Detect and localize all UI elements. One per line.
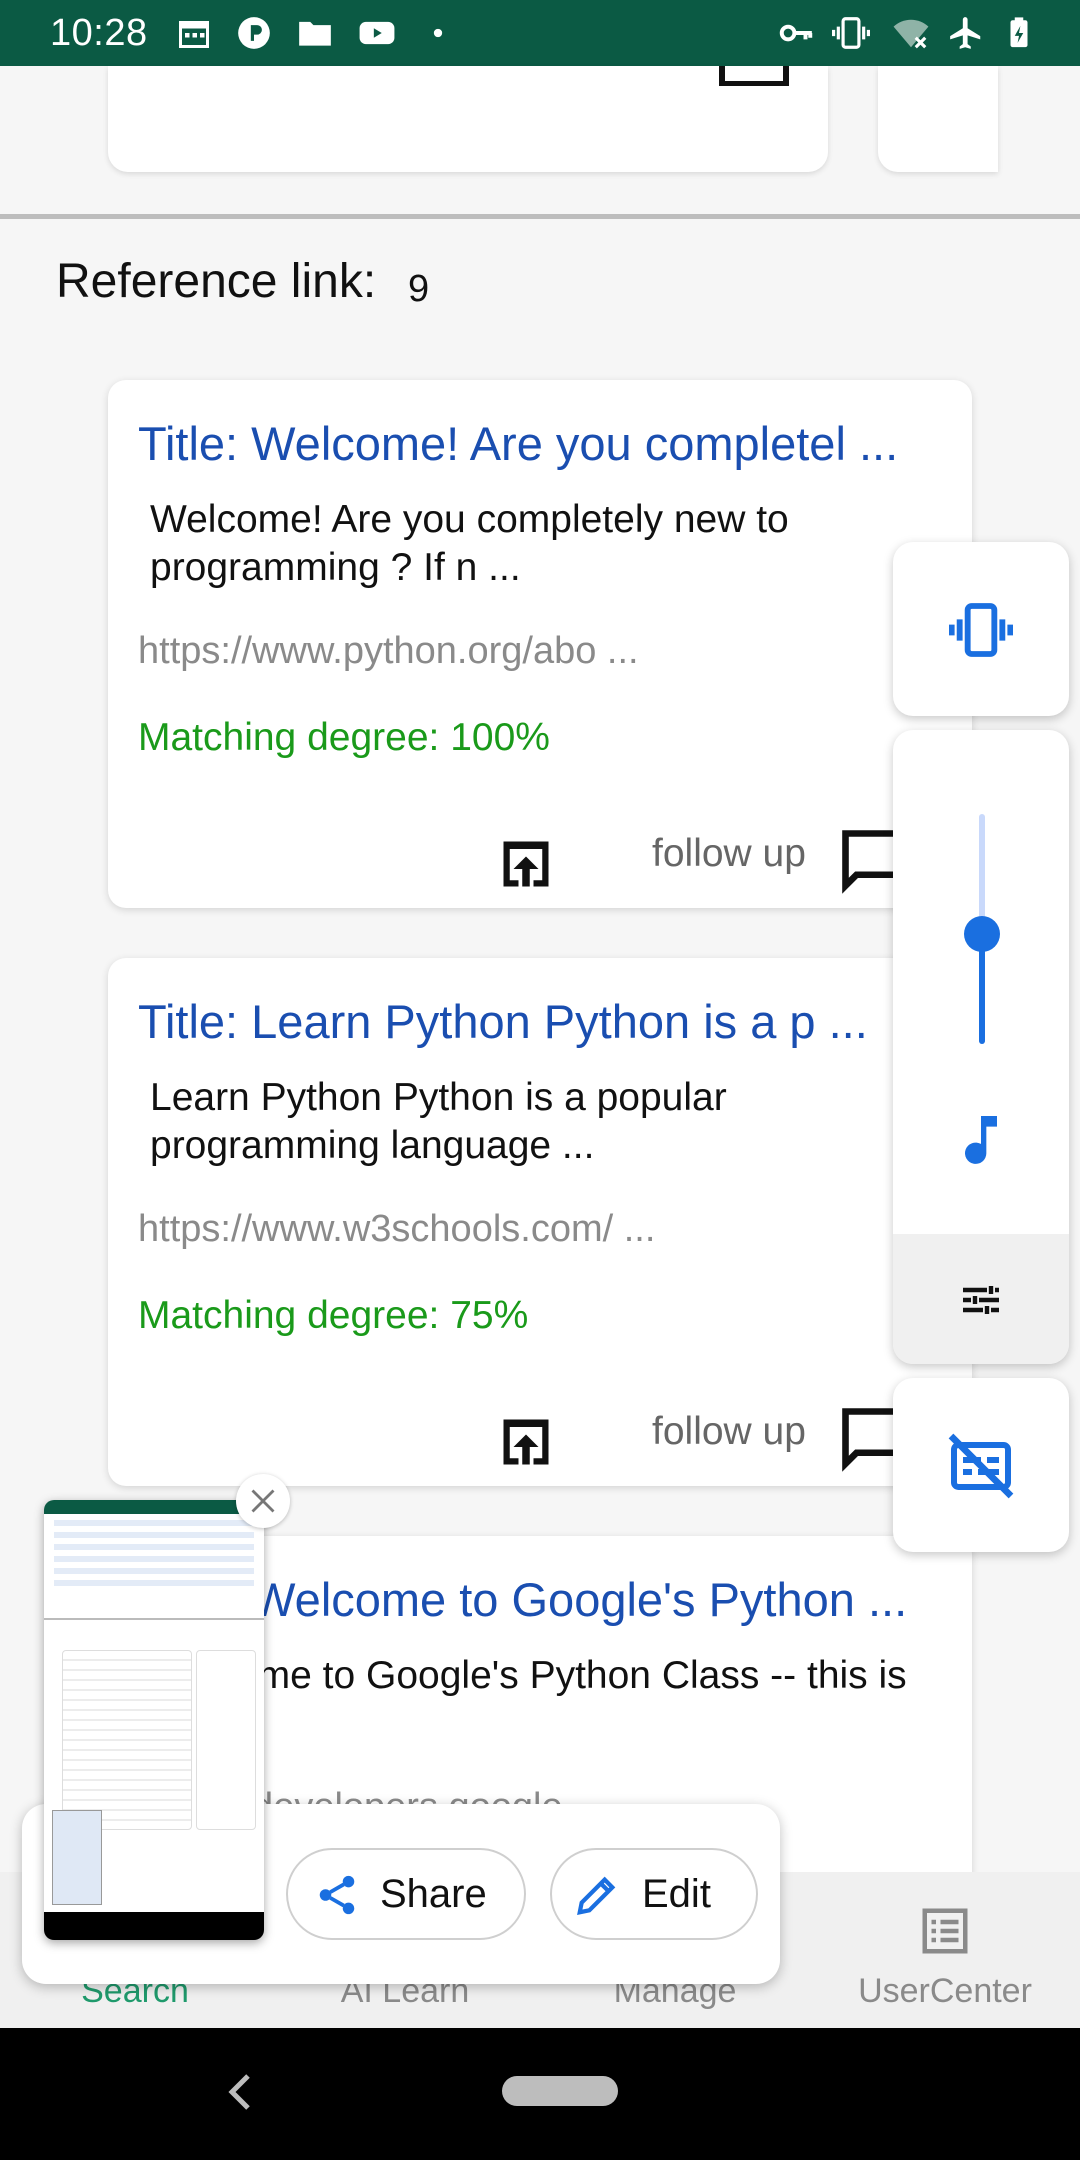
result-url[interactable]: https://www.w3schools.com/ ... xyxy=(138,1208,655,1251)
share-icon xyxy=(319,1875,355,1915)
result-title[interactable]: Title: Welcome! Are you completel ... xyxy=(138,416,958,471)
dot-icon xyxy=(433,28,443,38)
thumbnail-navbar xyxy=(44,1912,264,1940)
wifi-off-icon xyxy=(893,19,929,49)
matching-degree: Matching degree: 100% xyxy=(138,716,550,759)
system-navigation-bar xyxy=(0,2028,1080,2160)
result-snippet: Welcome to Google's Python Class -- this… xyxy=(150,1654,907,1745)
edit-icon xyxy=(577,1876,616,1915)
result-snippet: Welcome! Are you completely new to progr… xyxy=(150,498,789,589)
app-icon xyxy=(238,17,270,49)
vibrate-icon xyxy=(832,17,870,49)
home-button[interactable] xyxy=(502,2076,618,2106)
screenshot-thumbnail[interactable] xyxy=(44,1500,264,1940)
captions-off-button[interactable] xyxy=(893,1378,1069,1552)
list-icon[interactable] xyxy=(918,1904,972,1958)
airplane-icon xyxy=(950,17,981,49)
chat-icon[interactable] xyxy=(718,66,790,86)
nav-item-usercenter[interactable]: UserCenter xyxy=(810,1972,1080,2011)
calendar-icon xyxy=(179,21,209,48)
share-label: Share xyxy=(380,1872,487,1916)
key-icon xyxy=(779,24,813,42)
result-url[interactable]: https://www.python.org/abo ... xyxy=(138,630,639,673)
close-icon xyxy=(251,1489,275,1513)
thumbnail-card xyxy=(62,1650,192,1830)
thumbnail-divider xyxy=(44,1618,264,1620)
divider xyxy=(0,214,1080,219)
vibrate-icon xyxy=(949,603,1013,657)
follow-up-label[interactable]: follow up xyxy=(652,832,806,876)
open-in-new-icon[interactable] xyxy=(494,1412,558,1472)
result-title[interactable]: Title: Learn Python Python is a p ... xyxy=(138,994,958,1049)
result-card[interactable]: Title: Learn Python Python is a p ... Le… xyxy=(108,958,972,1486)
share-button[interactable]: Share xyxy=(286,1848,526,1940)
tune-icon xyxy=(963,1286,999,1314)
previous-card-adjacent xyxy=(878,66,998,172)
edit-button[interactable]: Edit xyxy=(550,1848,758,1940)
status-time: 10:28 xyxy=(50,12,148,54)
result-card[interactable]: Title: Welcome! Are you completel ... We… xyxy=(108,380,972,908)
matching-degree: Matching degree: 75% xyxy=(138,1294,529,1337)
previous-card xyxy=(108,66,828,172)
status-bar: 10:28 xyxy=(0,0,1080,66)
volume-settings-button[interactable] xyxy=(893,1234,1069,1364)
captions-off-icon xyxy=(948,1433,1014,1499)
edit-label: Edit xyxy=(642,1872,711,1916)
battery-icon xyxy=(1010,17,1028,48)
result-snippet: Learn Python Python is a popular program… xyxy=(150,1076,727,1167)
back-icon[interactable] xyxy=(224,2072,256,2112)
reference-link-count: 9 xyxy=(408,268,430,310)
thumbnail-content xyxy=(54,1520,254,1590)
folder-icon xyxy=(299,21,331,46)
open-in-new-icon[interactable] xyxy=(494,834,558,894)
close-screenshot-button[interactable] xyxy=(236,1474,290,1528)
reference-link-label: Reference link: xyxy=(56,255,377,308)
volume-slider[interactable] xyxy=(893,730,1069,1070)
thumbnail-card xyxy=(196,1650,256,1830)
volume-panel xyxy=(893,730,1069,1364)
vibrate-toggle-button[interactable] xyxy=(893,542,1069,716)
music-note-icon xyxy=(965,1116,997,1164)
thumbnail-nested-shot xyxy=(52,1810,102,1905)
volume-slider-thumb[interactable] xyxy=(964,915,1000,952)
youtube-icon xyxy=(359,21,395,45)
thumbnail-status-bar xyxy=(44,1500,264,1514)
follow-up-label[interactable]: follow up xyxy=(652,1410,806,1454)
